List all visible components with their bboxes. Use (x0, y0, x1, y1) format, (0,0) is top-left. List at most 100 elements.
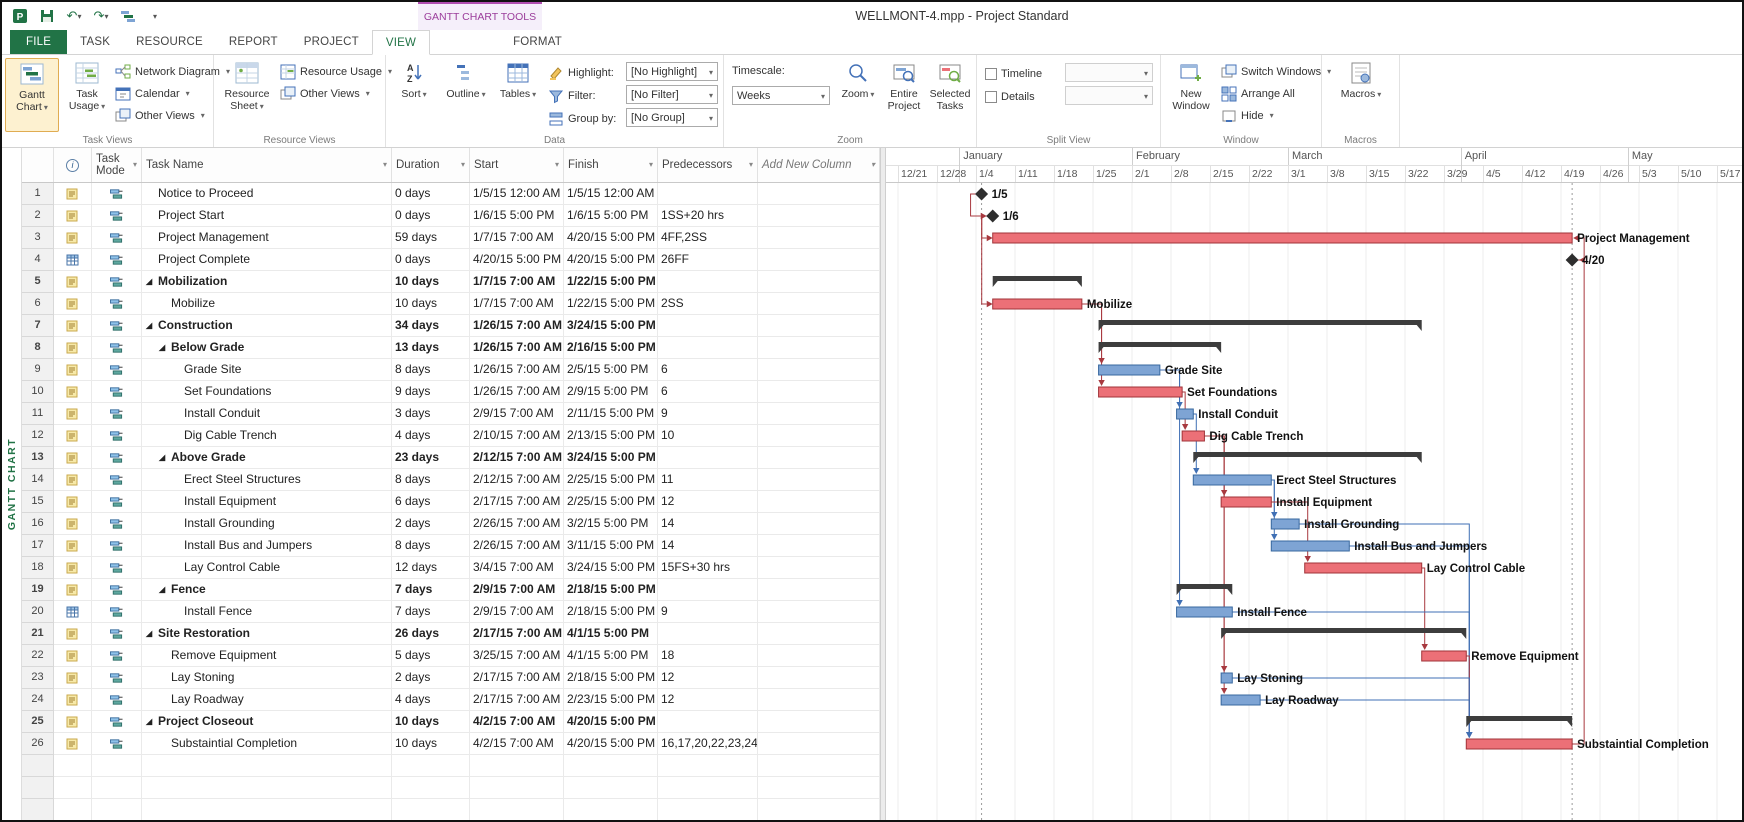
duration-cell[interactable]: 12 days (392, 557, 470, 579)
add-new-column-cell[interactable] (758, 315, 880, 337)
outline-expand-icon[interactable]: ◢ (159, 447, 171, 468)
task-mode-cell[interactable] (92, 227, 142, 249)
details-checkbox[interactable] (985, 91, 997, 103)
duration-cell[interactable]: 8 days (392, 469, 470, 491)
row-number[interactable]: 21 (22, 623, 54, 645)
predecessors-cell[interactable]: 26FF (658, 249, 758, 271)
predecessors-cell[interactable] (658, 777, 758, 799)
predecessors-cell[interactable]: 14 (658, 513, 758, 535)
filter-dropdown[interactable]: [No Filter] (626, 85, 718, 104)
timeline-view-dropdown[interactable] (1065, 63, 1153, 82)
task-bar[interactable] (1177, 409, 1194, 419)
finish-cell[interactable]: 3/24/15 5:00 PM (564, 447, 658, 469)
start-cell[interactable]: 2/9/15 7:00 AM (470, 579, 564, 601)
task-name-cell[interactable]: Install Equipment (142, 491, 392, 513)
duration-cell[interactable]: 9 days (392, 381, 470, 403)
task-name-cell[interactable]: Project Start (142, 205, 392, 227)
duration-cell[interactable]: 0 days (392, 249, 470, 271)
duration-cell[interactable]: 7 days (392, 601, 470, 623)
duration-cell[interactable] (392, 799, 470, 820)
row-number[interactable]: 18 (22, 557, 54, 579)
start-cell[interactable]: 1/26/15 7:00 AM (470, 337, 564, 359)
indicator-cell[interactable] (54, 447, 92, 469)
details-checkbox-row[interactable]: Details (985, 86, 1035, 107)
gantt-canvas[interactable]: 1/51/6Project Management4/20MobilizeGrad… (886, 183, 1742, 820)
finish-cell[interactable]: 1/6/15 5:00 PM (564, 205, 658, 227)
finish-cell[interactable]: 1/22/15 5:00 PM (564, 271, 658, 293)
indicator-cell[interactable] (54, 733, 92, 755)
start-cell[interactable]: 4/2/15 7:00 AM (470, 711, 564, 733)
other-views-button-tasks[interactable]: Other Views (115, 105, 205, 126)
sort-button[interactable]: AZ Sort (390, 58, 438, 132)
indicator-cell[interactable] (54, 469, 92, 491)
outline-button[interactable]: Outline (442, 58, 490, 132)
start-cell[interactable]: 3/4/15 7:00 AM (470, 557, 564, 579)
summary-bar[interactable] (1099, 342, 1222, 353)
timeline-checkbox-row[interactable]: Timeline (985, 63, 1042, 84)
task-bar[interactable] (1221, 695, 1260, 705)
task-mode-cell[interactable] (92, 623, 142, 645)
finish-cell[interactable]: 1/5/15 12:00 AM (564, 183, 658, 205)
row-number[interactable]: 17 (22, 535, 54, 557)
entire-project-button[interactable]: Entire Project (882, 58, 926, 132)
add-new-column-cell[interactable] (758, 337, 880, 359)
duration-cell[interactable]: 8 days (392, 535, 470, 557)
task-name-cell[interactable]: Install Conduit (142, 403, 392, 425)
duration-cell[interactable]: 0 days (392, 183, 470, 205)
tab-resource[interactable]: RESOURCE (123, 30, 216, 54)
start-cell[interactable]: 2/12/15 7:00 AM (470, 447, 564, 469)
header-duration[interactable]: Duration▾ (392, 148, 470, 182)
duration-cell[interactable]: 4 days (392, 689, 470, 711)
other-views-button-resources[interactable]: Other Views (280, 83, 370, 104)
indicator-cell[interactable] (54, 183, 92, 205)
task-bar[interactable] (1422, 651, 1467, 661)
task-name-cell[interactable]: ◢Project Closeout (142, 711, 392, 733)
outline-expand-icon[interactable]: ◢ (159, 579, 171, 600)
row-number[interactable]: 7 (22, 315, 54, 337)
tab-view[interactable]: VIEW (372, 30, 430, 55)
add-new-column-cell[interactable] (758, 601, 880, 623)
task-name-cell[interactable]: Notice to Proceed (142, 183, 392, 205)
timescale[interactable]: JanuaryFebruaryMarchAprilMay12/2112/281/… (886, 148, 1742, 183)
indicator-cell[interactable] (54, 623, 92, 645)
add-new-column-cell[interactable] (758, 667, 880, 689)
add-new-column-cell[interactable] (758, 271, 880, 293)
finish-cell[interactable] (564, 799, 658, 820)
row-number[interactable] (22, 799, 54, 820)
summary-bar[interactable] (1221, 628, 1466, 639)
predecessors-cell[interactable] (658, 711, 758, 733)
finish-cell[interactable]: 3/2/15 5:00 PM (564, 513, 658, 535)
predecessors-cell[interactable]: 4FF,2SS (658, 227, 758, 249)
finish-cell[interactable]: 4/20/15 5:00 PM (564, 249, 658, 271)
start-cell[interactable]: 2/17/15 7:00 AM (470, 667, 564, 689)
duration-cell[interactable]: 26 days (392, 623, 470, 645)
task-name-cell[interactable] (142, 777, 392, 799)
task-bar[interactable] (1221, 497, 1271, 507)
milestone-diamond[interactable] (986, 210, 999, 223)
finish-cell[interactable]: 4/20/15 5:00 PM (564, 733, 658, 755)
add-new-column-cell[interactable] (758, 535, 880, 557)
start-cell[interactable] (470, 755, 564, 777)
indicator-cell[interactable] (54, 513, 92, 535)
task-mode-cell[interactable] (92, 271, 142, 293)
finish-cell[interactable]: 2/9/15 5:00 PM (564, 381, 658, 403)
duration-cell[interactable]: 34 days (392, 315, 470, 337)
predecessors-cell[interactable]: 18 (658, 645, 758, 667)
predecessors-cell[interactable] (658, 579, 758, 601)
finish-cell[interactable]: 2/23/15 5:00 PM (564, 689, 658, 711)
summary-bar[interactable] (1466, 716, 1572, 727)
outline-expand-icon[interactable]: ◢ (159, 337, 171, 358)
indicator-cell[interactable] (54, 711, 92, 733)
task-mode-cell[interactable] (92, 359, 142, 381)
duration-cell[interactable]: 10 days (392, 711, 470, 733)
add-new-column-cell[interactable] (758, 579, 880, 601)
outline-expand-icon[interactable]: ◢ (146, 623, 158, 644)
predecessors-cell[interactable]: 6 (658, 359, 758, 381)
summary-bar[interactable] (1099, 320, 1422, 331)
finish-cell[interactable]: 2/18/15 5:00 PM (564, 667, 658, 689)
group-by-dropdown[interactable]: [No Group] (626, 108, 718, 127)
predecessors-cell[interactable]: 2SS (658, 293, 758, 315)
row-number[interactable]: 3 (22, 227, 54, 249)
predecessors-cell[interactable] (658, 183, 758, 205)
task-mode-cell[interactable] (92, 733, 142, 755)
